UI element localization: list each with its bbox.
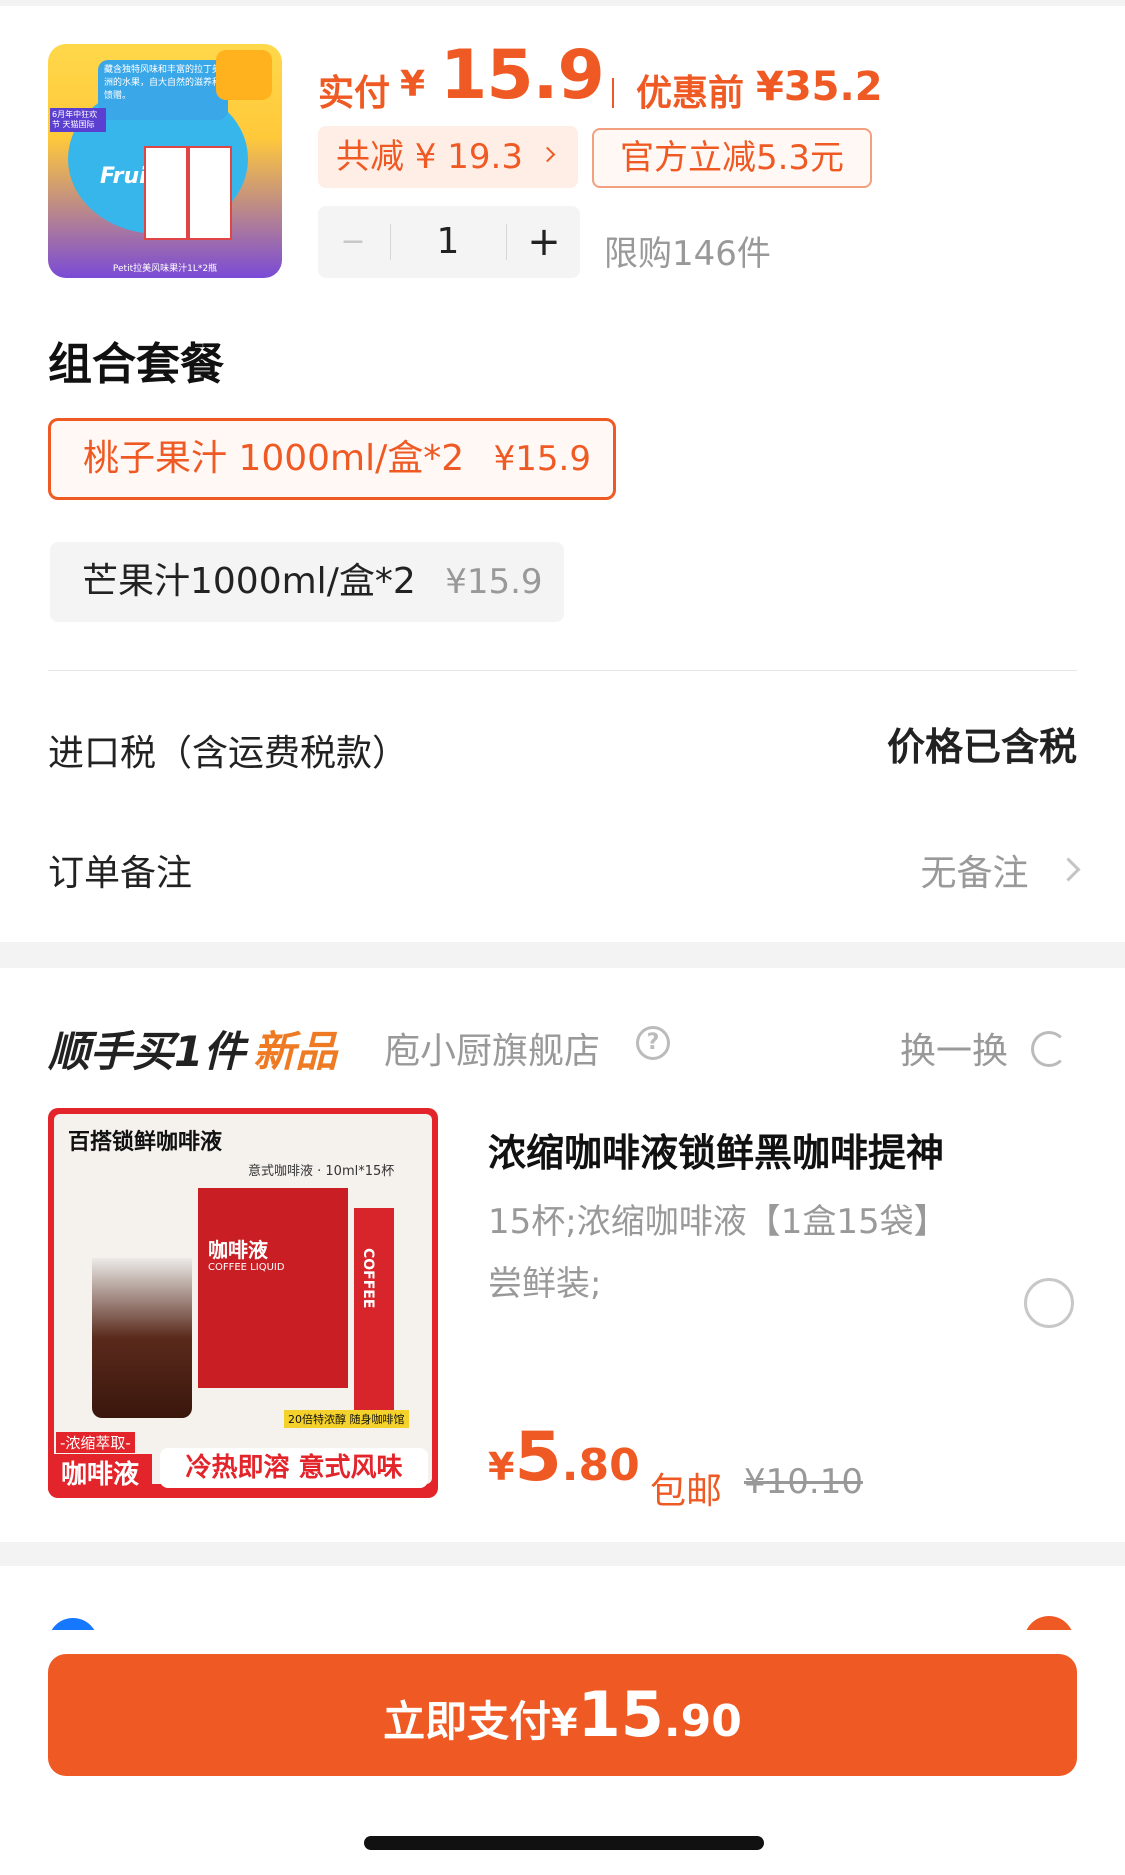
- refresh-icon: [1031, 1031, 1068, 1067]
- coffee-image-bottom-left: 咖啡液: [48, 1454, 152, 1491]
- pay-now-label: 立即支付: [383, 1697, 552, 1746]
- pay-currency: ¥: [551, 1701, 578, 1745]
- official-discount-chip: 官方立减5.3元: [592, 128, 872, 188]
- swap-button[interactable]: 换一换: [900, 1022, 1068, 1074]
- payment-method-card: 立即支付¥15.90: [0, 1566, 1125, 1875]
- coffee-box-label: 咖啡液: [208, 1238, 268, 1262]
- total-discount-chip[interactable]: 共减 ¥ 19.3: [318, 126, 578, 188]
- order-note-row[interactable]: 无备注: [920, 844, 1081, 896]
- addon-store: 庖小厨旗舰店: [384, 1031, 601, 1072]
- coffee-image-small: 20倍特浓醇 随身咖啡馆: [284, 1410, 409, 1428]
- addon-price: ¥5.80: [488, 1418, 640, 1497]
- before-label: 优惠前: [636, 73, 745, 114]
- addon-price-currency: ¥: [488, 1445, 515, 1489]
- purchase-limit: 限购146件: [604, 234, 771, 274]
- image-tagline: 藏含独特风味和丰富的拉丁美洲的水果，自大自然的滋养和馈赠。: [104, 65, 222, 101]
- addon-product-image[interactable]: 百搭锁鲜咖啡液 意式咖啡液 · 10ml*15杯 咖啡液 COFFEE LIQU…: [48, 1108, 438, 1498]
- coffee-stick-text: COFFEE: [360, 1248, 376, 1309]
- juice-box-2: [188, 146, 232, 240]
- addon-price-int: 5: [514, 1418, 562, 1497]
- combo-option-peach[interactable]: 桃子果汁 1000ml/盒*2 ¥15.9: [48, 418, 616, 500]
- addon-title-main: 顺手买1件: [48, 1027, 246, 1076]
- coffee-glass: [92, 1258, 192, 1418]
- addon-spec-line1: 15杯;浓缩咖啡液【1盒15袋】: [488, 1202, 948, 1242]
- addon-price-dec: .80: [561, 1440, 640, 1491]
- chevron-right-icon: [1056, 856, 1081, 882]
- combo-title: 组合套餐: [48, 339, 224, 390]
- minus-button[interactable]: −: [318, 206, 388, 278]
- stepper-divider-left: [390, 224, 391, 260]
- quantity-value[interactable]: 1: [392, 206, 504, 278]
- addon-select-radio[interactable]: [1024, 1278, 1074, 1328]
- addon-card: 顺手买1件 新品 庖小厨旗舰店 ? 换一换 百搭锁鲜咖啡液 意式咖啡液 · 10m…: [0, 968, 1125, 1542]
- coffee-box-en: COFFEE LIQUID: [208, 1262, 285, 1273]
- home-indicator: [364, 1836, 764, 1850]
- product-image[interactable]: 藏含独特风味和丰富的拉丁美洲的水果，自大自然的滋养和馈赠。 6月年中狂欢节 天猫…: [48, 44, 282, 278]
- tax-value: 价格已含税: [886, 725, 1077, 769]
- combo-option-label: 桃子果汁 1000ml/盒*2: [83, 438, 465, 479]
- pay-int: 15: [577, 1678, 664, 1751]
- tax-label: 进口税（含运费税款）: [48, 733, 409, 774]
- addon-product-name[interactable]: 浓缩咖啡液锁鲜黑咖啡提神: [488, 1122, 944, 1177]
- chevron-right-icon: [539, 146, 556, 163]
- addon-title-tag: 新品: [253, 1027, 338, 1076]
- stepper-divider-right: [506, 224, 507, 260]
- addon-original-price: ¥10.10: [744, 1462, 863, 1502]
- addon-shipping: 包邮: [650, 1471, 723, 1512]
- paid-label: 实付: [318, 73, 391, 114]
- total-discount-text: 共减 ¥ 19.3: [336, 137, 523, 177]
- image-caption: Petit拉美风味果汁1L*2瓶: [112, 264, 218, 274]
- official-discount-text: 官方立减5.3元: [619, 138, 845, 178]
- before-price: ¥35.2: [756, 64, 883, 110]
- coffee-image-top-text: 百搭锁鲜咖啡液: [68, 1130, 223, 1155]
- plus-button[interactable]: +: [508, 206, 580, 278]
- swap-label: 换一换: [900, 1031, 1009, 1072]
- section-divider: [48, 670, 1077, 671]
- order-card: 藏含独特风味和丰富的拉丁美洲的水果，自大自然的滋养和馈赠。 6月年中狂欢节 天猫…: [0, 6, 1125, 942]
- combo-option-label: 芒果汁1000ml/盒*2: [82, 561, 416, 602]
- coffee-box: [198, 1188, 348, 1388]
- addon-title: 顺手买1件 新品: [48, 1018, 337, 1079]
- order-note-label: 订单备注: [48, 853, 193, 894]
- quantity-stepper: − 1 +: [318, 206, 580, 278]
- order-note-value: 无备注: [920, 853, 1029, 894]
- combo-option-mango[interactable]: 芒果汁1000ml/盒*2 ¥15.9: [50, 542, 564, 622]
- combo-option-price: ¥15.9: [445, 562, 543, 602]
- pay-dec: .90: [663, 1696, 742, 1747]
- image-badge: 6月年中狂欢节 天猫国际: [50, 108, 106, 132]
- juice-box-1: [144, 146, 188, 240]
- coffee-image-bottom-right: 冷热即溶 意式风味: [160, 1448, 428, 1488]
- coffee-stick: [354, 1208, 394, 1428]
- mango-cube: [216, 50, 272, 100]
- paid-price: 15.9: [440, 36, 605, 115]
- coffee-image-sub: 意式咖啡液 · 10ml*15杯: [248, 1164, 395, 1179]
- paid-currency: ¥: [400, 64, 426, 105]
- help-icon[interactable]: ?: [636, 1026, 670, 1060]
- price-divider: [612, 78, 614, 108]
- addon-spec-line2: 尝鲜装;: [488, 1264, 602, 1304]
- coffee-image-bottom-left-top: -浓缩萃取-: [56, 1432, 135, 1453]
- pay-now-button[interactable]: 立即支付¥15.90: [48, 1654, 1077, 1776]
- combo-option-price: ¥15.9: [493, 439, 591, 479]
